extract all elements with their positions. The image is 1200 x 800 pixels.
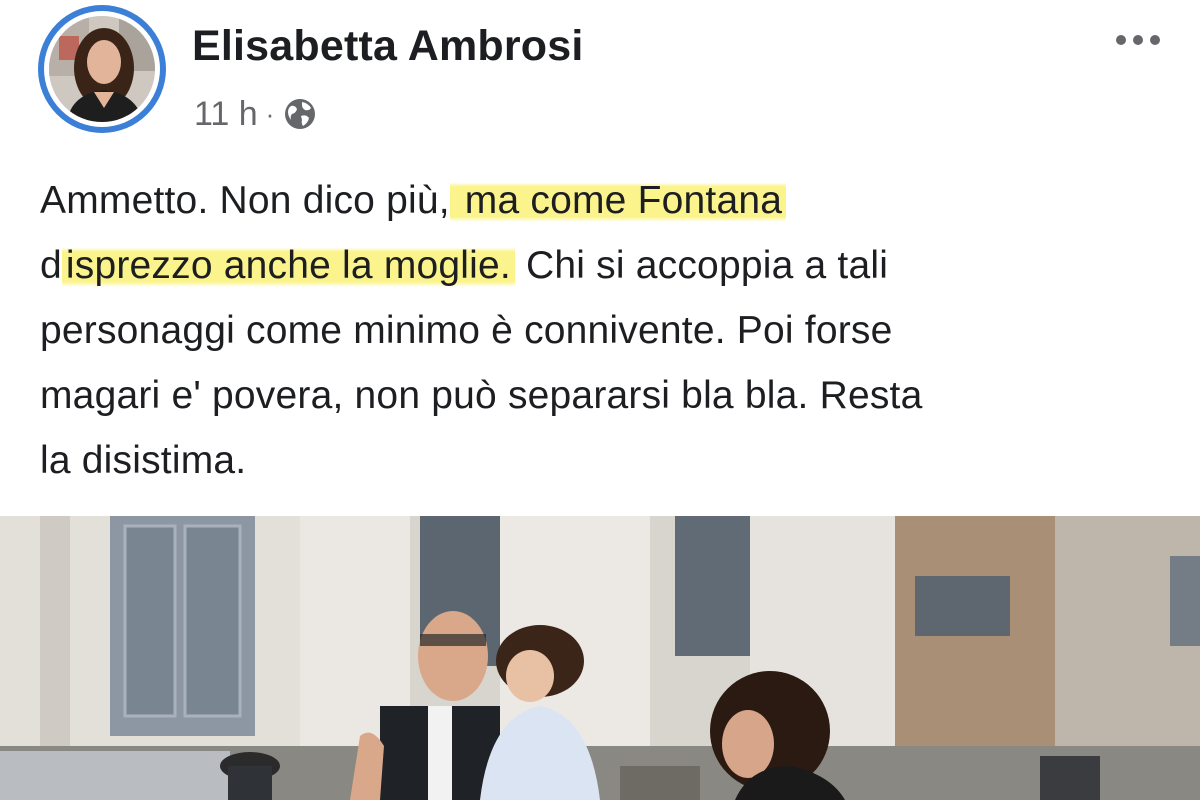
more-dots-icon xyxy=(1116,35,1126,45)
meta-separator: · xyxy=(265,98,275,129)
author-name[interactable]: Elisabetta Ambrosi xyxy=(192,22,584,71)
highlighted-text: ma come Fontana xyxy=(449,179,787,222)
post-photo-image xyxy=(0,516,1200,800)
avatar-image xyxy=(49,16,155,122)
post-text-line: d isprezzo anche la moglie. Chi si accopp… xyxy=(40,244,889,287)
facebook-post: Elisabetta Ambrosi 11 h · Ammetto. Non d… xyxy=(0,0,1200,800)
post-text-line: personaggi come minimo è connivente. Poi… xyxy=(40,309,893,352)
post-text-line: magari e' povera, non può separarsi bla … xyxy=(40,374,923,417)
post-photo[interactable] xyxy=(0,516,1200,800)
post-text: Ammetto. Non dico più, ma come Fontana d… xyxy=(40,168,1160,493)
more-options-button[interactable] xyxy=(1106,20,1170,60)
post-timestamp[interactable]: 11 h xyxy=(194,95,258,134)
avatar[interactable] xyxy=(49,16,155,122)
post-text-line: la disistima. xyxy=(40,439,247,482)
globe-icon[interactable] xyxy=(282,96,318,132)
post-meta: 11 h · xyxy=(194,92,318,136)
highlighted-text: isprezzo anche la moglie. xyxy=(61,244,515,287)
avatar-story-ring[interactable] xyxy=(38,5,166,133)
post-text-line: Ammetto. Non dico più, ma come Fontana xyxy=(40,168,1160,233)
